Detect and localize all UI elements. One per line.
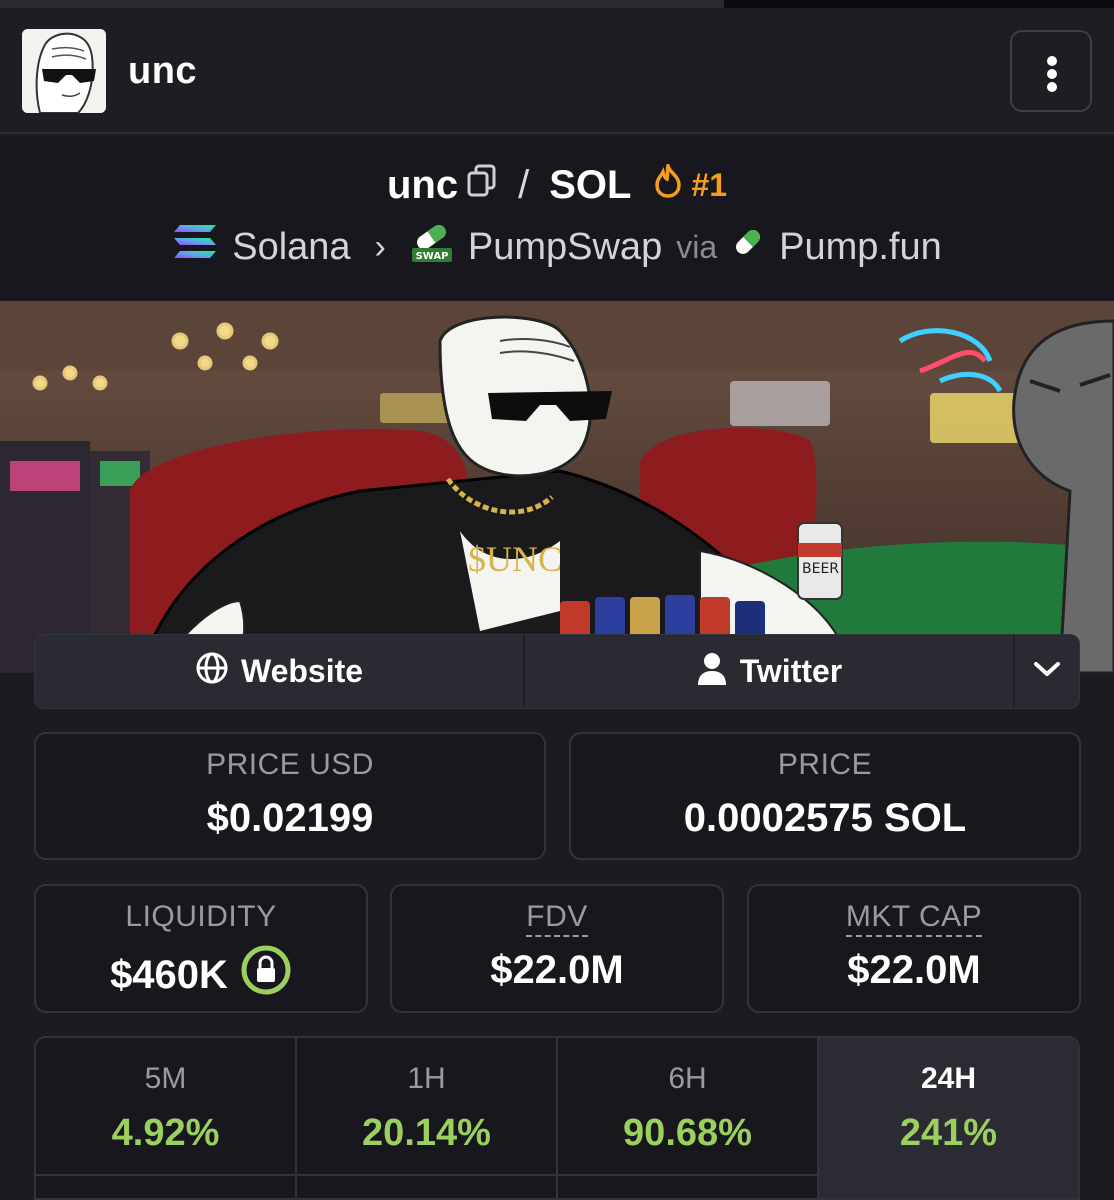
trending-rank-label: #1 — [691, 166, 728, 203]
more-links-button[interactable] — [1013, 635, 1079, 708]
market-cap-label: MKT CAP — [845, 900, 983, 937]
token-banner-image: $UNC BEER — [0, 301, 1114, 673]
change-tab-1h[interactable]: 1H 20.14% — [295, 1038, 556, 1198]
market-cap-card[interactable]: MKT CAP $22.0M — [747, 884, 1081, 1013]
chevron-down-icon — [1032, 659, 1062, 684]
twitter-link-button[interactable]: Twitter — [523, 635, 1013, 708]
quote-token-symbol: SOL — [549, 162, 632, 207]
change-percent: 4.92% — [111, 1112, 220, 1154]
chain-name[interactable]: Solana — [232, 226, 350, 269]
website-link-label: Website — [240, 653, 364, 689]
pair-info: unc / SOL #1 Solana › SWAP PumpSwap via … — [0, 136, 1114, 300]
price-usd-card: PRICE USD $0.02199 — [34, 732, 546, 860]
header-token-name: unc — [128, 50, 198, 92]
social-links-bar: Website Twitter — [34, 634, 1080, 709]
change-tab-24h[interactable]: 24H 241% — [817, 1038, 1078, 1198]
fdv-label: FDV — [526, 900, 588, 937]
price-native-label: PRICE — [777, 748, 873, 781]
price-native-value: 0.0002575 SOL — [683, 796, 967, 840]
pumpfun-icon — [731, 225, 765, 269]
fdv-value: $22.0M — [490, 948, 624, 992]
change-period: 6H — [668, 1062, 707, 1095]
trending-rank[interactable]: #1 — [653, 159, 728, 206]
twitter-link-label: Twitter — [739, 653, 843, 689]
change-period: 5M — [144, 1062, 187, 1095]
price-change-tabs: 5M 4.92% 1H 20.14% 6H 90.68% 24H 241% — [34, 1036, 1080, 1200]
dex-badge-text: SWAP — [415, 251, 448, 262]
liquidity-card: LIQUIDITY $460K — [34, 884, 368, 1013]
base-token-symbol: unc — [386, 162, 459, 207]
token-avatar — [22, 29, 106, 113]
chevron-right-icon: › — [374, 227, 386, 266]
market-cap-value: $22.0M — [847, 948, 981, 992]
flame-icon — [653, 159, 683, 206]
price-native-card: PRICE 0.0002575 SOL — [569, 732, 1081, 860]
change-period: 1H — [407, 1062, 446, 1095]
liquidity-label: LIQUIDITY — [125, 900, 277, 933]
change-percent: 20.14% — [362, 1112, 491, 1154]
change-percent: 90.68% — [623, 1112, 752, 1154]
liquidity-value: $460K — [110, 952, 228, 997]
page-progress-fill — [0, 0, 724, 8]
change-period: 24H — [920, 1062, 977, 1095]
fdv-card[interactable]: FDV $22.0M — [390, 884, 724, 1013]
website-link-button[interactable]: Website — [35, 635, 523, 708]
banner-shirt-text: $UNC — [468, 539, 562, 579]
change-tab-5m[interactable]: 5M 4.92% — [36, 1038, 295, 1198]
banner-can-text: BEER — [802, 561, 839, 577]
change-percent: 241% — [899, 1112, 998, 1154]
solana-icon — [172, 223, 218, 271]
globe-icon — [195, 651, 229, 693]
pumpswap-icon: SWAP — [410, 220, 454, 274]
page-progress-bar — [0, 0, 1114, 8]
more-options-button[interactable] — [1010, 30, 1092, 112]
lock-icon[interactable] — [240, 944, 292, 1006]
via-label: via — [676, 228, 718, 265]
price-usd-label: PRICE USD — [206, 748, 374, 781]
dex-name[interactable]: PumpSwap — [468, 226, 662, 269]
copy-icon[interactable] — [466, 163, 498, 208]
launchpad-name[interactable]: Pump.fun — [779, 226, 942, 269]
user-icon — [696, 651, 728, 693]
header: unc — [0, 8, 1114, 134]
change-tab-6h[interactable]: 6H 90.68% — [556, 1038, 817, 1198]
pair-separator: / — [518, 162, 530, 207]
price-usd-value: $0.02199 — [206, 796, 374, 840]
